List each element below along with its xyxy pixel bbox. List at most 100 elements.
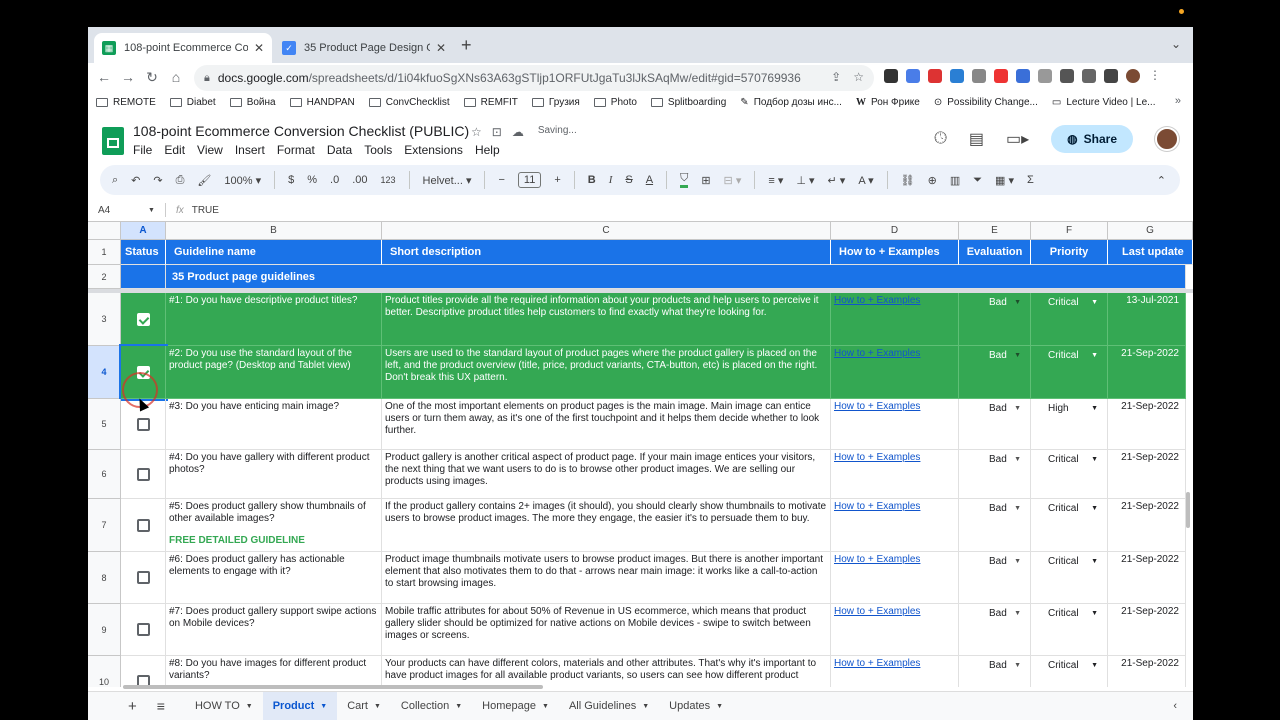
- chevron-up-icon[interactable]: ⌃: [1157, 174, 1166, 187]
- how-to-cell[interactable]: How to + Examples: [831, 399, 959, 450]
- how-to-cell[interactable]: How to + Examples: [831, 346, 959, 399]
- evaluation-cell[interactable]: Bad ▼: [959, 499, 1031, 552]
- more-vert-icon[interactable]: ⋮: [1148, 69, 1162, 83]
- evaluation-cell[interactable]: Bad ▼: [959, 450, 1031, 499]
- row-header[interactable]: 6: [88, 450, 121, 499]
- row-header[interactable]: 4: [88, 346, 121, 399]
- priority-cell[interactable]: Critical ▼: [1031, 552, 1108, 604]
- row-header[interactable]: 3: [88, 293, 121, 346]
- how-to-link[interactable]: How to + Examples: [834, 606, 920, 617]
- italic-icon[interactable]: I: [609, 174, 613, 186]
- bookmark-item[interactable]: ▭ Lecture Video | Le...: [1052, 97, 1156, 108]
- merge-cells-icon[interactable]: ⊟ ▾: [724, 174, 742, 187]
- formula-input[interactable]: TRUE: [192, 205, 219, 216]
- status-cell[interactable]: [121, 450, 166, 499]
- menu-format[interactable]: Format: [277, 143, 315, 157]
- short-description-cell[interactable]: Your products can have different colors,…: [382, 656, 831, 687]
- sheet-tab-how-to[interactable]: HOW TO ▼: [185, 692, 263, 720]
- guideline-name-cell[interactable]: #6: Does product gallery has actionable …: [166, 552, 382, 604]
- bookmark-item[interactable]: Война: [229, 97, 276, 108]
- forward-icon[interactable]: →: [116, 69, 140, 85]
- star-icon[interactable]: ☆: [471, 125, 482, 139]
- how-to-cell[interactable]: How to + Examples: [831, 499, 959, 552]
- how-to-cell[interactable]: How to + Examples: [831, 293, 959, 346]
- last-update-cell[interactable]: 21-Sep-2022: [1108, 450, 1186, 499]
- status-checkbox[interactable]: [136, 467, 150, 481]
- short-description-cell[interactable]: Product image thumbnails motivate users …: [382, 552, 831, 604]
- short-description-cell[interactable]: If the product gallery contains 2+ image…: [382, 499, 831, 552]
- priority-cell[interactable]: Critical ▼: [1031, 499, 1108, 552]
- extension-icon[interactable]: [1016, 69, 1030, 83]
- bookmark-item[interactable]: Грузия: [531, 97, 580, 108]
- vertical-scrollbar[interactable]: [1186, 492, 1190, 528]
- share-page-icon[interactable]: ⇪: [831, 70, 841, 84]
- column-header-c[interactable]: C: [382, 222, 831, 240]
- bold-icon[interactable]: B: [588, 174, 596, 186]
- filter-views-icon[interactable]: ▦ ▾: [995, 174, 1014, 187]
- dropdown-arrow-icon[interactable]: ▼: [1014, 660, 1021, 672]
- font-select[interactable]: Helvet... ▾: [423, 174, 472, 187]
- bookmark-item[interactable]: ✎ Подбор дозы инс...: [740, 97, 842, 108]
- status-cell[interactable]: [121, 499, 166, 552]
- avatar[interactable]: [1155, 127, 1179, 151]
- row-header[interactable]: 2: [88, 265, 121, 289]
- how-to-link[interactable]: How to + Examples: [834, 452, 920, 463]
- row-header[interactable]: 1: [88, 240, 121, 265]
- last-update-cell[interactable]: 21-Sep-2022: [1108, 499, 1186, 552]
- insert-comment-icon[interactable]: ⊕: [928, 174, 937, 187]
- chevron-right-icon[interactable]: »: [1175, 95, 1181, 107]
- column-header-a[interactable]: A: [121, 222, 166, 240]
- guideline-name-cell[interactable]: #3: Do you have enticing main image?: [166, 399, 382, 450]
- name-box[interactable]: A4: [98, 205, 148, 216]
- menu-edit[interactable]: Edit: [164, 143, 185, 157]
- doc-title[interactable]: 108-point Ecommerce Conversion Checklist…: [133, 123, 469, 139]
- dropdown-arrow-icon[interactable]: ▼: [1014, 403, 1021, 415]
- profile-avatar[interactable]: [1126, 69, 1140, 83]
- print-icon[interactable]: ⎙: [176, 174, 185, 187]
- sheet-tab-updates[interactable]: Updates ▼: [659, 692, 733, 720]
- row-header[interactable]: 9: [88, 604, 121, 656]
- menu-tools[interactable]: Tools: [364, 143, 392, 157]
- zoom-select[interactable]: 100% ▾: [224, 174, 261, 187]
- browser-tab-sheets[interactable]: ▦ 108-point Ecommerce Convers ✕: [94, 33, 272, 63]
- status-cell[interactable]: [121, 552, 166, 604]
- how-to-cell[interactable]: How to + Examples: [831, 656, 959, 687]
- sheet-tab-collection[interactable]: Collection ▼: [391, 692, 472, 720]
- status-checkbox[interactable]: [136, 623, 150, 636]
- percent-button[interactable]: %: [307, 174, 317, 186]
- dropdown-arrow-icon[interactable]: ▼: [1091, 350, 1098, 362]
- status-cell[interactable]: [121, 656, 166, 687]
- evaluation-cell[interactable]: Bad ▼: [959, 346, 1031, 399]
- header-evaluation[interactable]: Evaluation: [959, 240, 1031, 265]
- evaluation-cell[interactable]: Bad ▼: [959, 399, 1031, 450]
- priority-cell[interactable]: Critical ▼: [1031, 346, 1108, 399]
- menu-data[interactable]: Data: [327, 143, 352, 157]
- status-checkbox[interactable]: [136, 518, 150, 532]
- dropdown-arrow-icon[interactable]: ▼: [1091, 608, 1098, 620]
- add-sheet-icon[interactable]: +: [88, 692, 147, 720]
- evaluation-cell[interactable]: Bad ▼: [959, 552, 1031, 604]
- header-how-to[interactable]: How to + Examples: [831, 240, 959, 265]
- select-all-corner[interactable]: [88, 222, 121, 240]
- menu-extensions[interactable]: Extensions: [404, 143, 463, 157]
- evaluation-cell[interactable]: Bad ▼: [959, 656, 1031, 687]
- status-checkbox[interactable]: [136, 417, 150, 431]
- extension-icon[interactable]: [994, 69, 1008, 83]
- plus-icon[interactable]: +: [554, 174, 560, 186]
- last-update-cell[interactable]: 21-Sep-2022: [1108, 399, 1186, 450]
- search-icon[interactable]: ⌕: [112, 174, 118, 187]
- text-color-icon[interactable]: A: [646, 174, 653, 186]
- currency-button[interactable]: $: [288, 174, 294, 186]
- how-to-link[interactable]: How to + Examples: [834, 501, 920, 512]
- all-sheets-icon[interactable]: ≡: [147, 692, 175, 720]
- status-checkbox[interactable]: [136, 571, 150, 584]
- row-header[interactable]: 10: [88, 656, 121, 687]
- dropdown-arrow-icon[interactable]: ▼: [1014, 350, 1021, 362]
- increase-decimal-button[interactable]: .00: [352, 174, 367, 186]
- comment-icon[interactable]: ▤: [969, 129, 984, 149]
- dropdown-arrow-icon[interactable]: ▼: [1091, 660, 1098, 672]
- fill-color-icon[interactable]: ⛉: [680, 172, 689, 188]
- number-format-button[interactable]: 123: [381, 175, 396, 185]
- dropdown-arrow-icon[interactable]: ▼: [1014, 556, 1021, 568]
- row-header[interactable]: 5: [88, 399, 121, 450]
